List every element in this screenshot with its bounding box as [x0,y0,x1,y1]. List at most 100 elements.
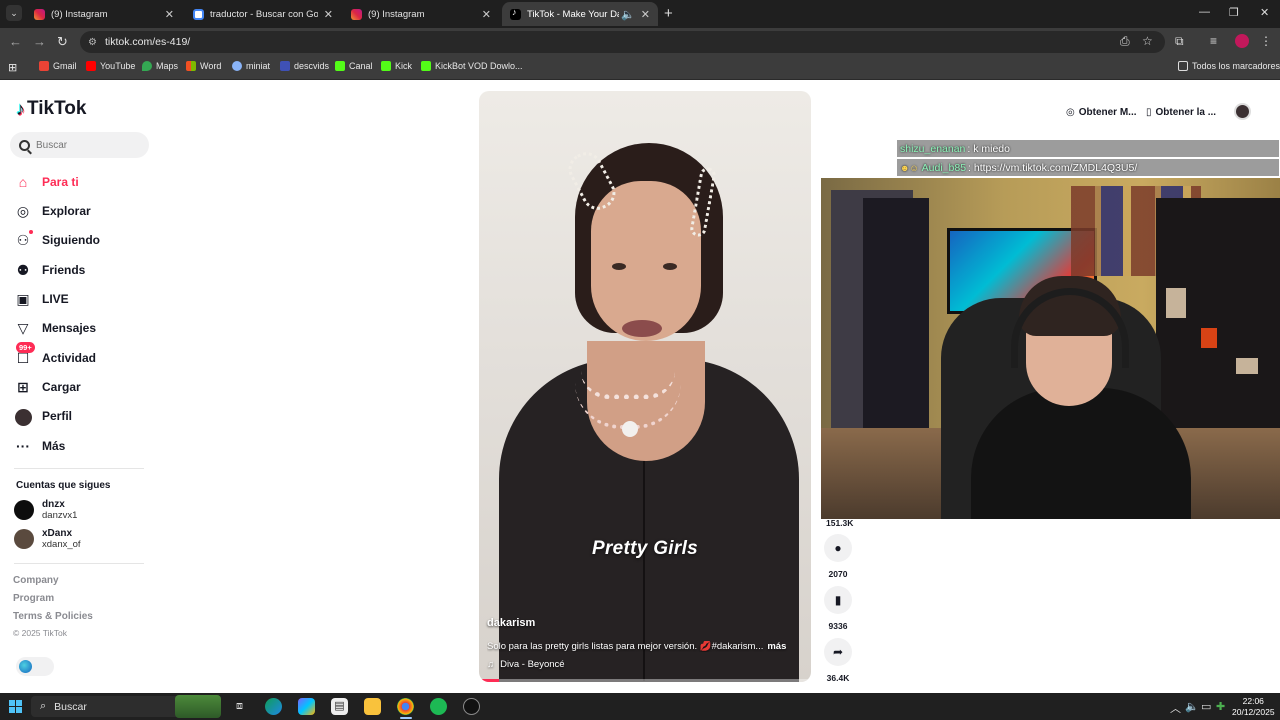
security-icon[interactable]: ✚ [1216,700,1225,713]
video-author[interactable]: dakarism [487,617,535,629]
footer-link-program[interactable]: Program [13,593,54,604]
share-button[interactable]: ➦ 36.4K [822,638,854,683]
search-box[interactable] [10,132,149,158]
tab-instagram-2[interactable]: (9) Instagram ✕ [343,2,499,26]
nav-item-para-ti[interactable]: ⌂ Para ti [14,170,154,194]
get-app-button[interactable]: ▯ Obtener la ... [1140,100,1222,124]
nav-item-explorar[interactable]: ◎ Explorar [14,199,154,223]
bookmark-label: KickBot VOD Dowlo... [435,61,523,71]
site-info-icon[interactable]: ⚙ [88,37,99,48]
nav-item-live[interactable]: ▣ LIVE [14,287,154,311]
video-music[interactable]: ♫ Diva - Beyoncé [487,659,565,670]
close-tab-icon[interactable]: ✕ [641,8,650,21]
following-account[interactable]: dnzx danzvx1 [14,499,77,521]
account-name: dnzx [42,499,65,510]
stream-chat-message: shizu_enanan : k miedo [897,140,1279,157]
star-icon [232,61,242,71]
url-field[interactable]: ⚙ tiktok.com/es-419/ [80,31,1165,53]
browser-menu-icon[interactable]: ⋮ [1260,34,1272,48]
active-app-indicator [400,717,412,719]
coin-widget[interactable] [16,657,54,676]
bookmark-label: Kick [395,61,413,71]
start-button[interactable] [9,700,22,713]
nav-item-actividad[interactable]: ☐ 99+ Actividad [14,342,154,370]
bookmark-miniat[interactable]: miniat [232,61,270,71]
task-view-icon[interactable]: ⧈ [231,698,248,715]
back-button[interactable]: ← [9,34,22,49]
store-icon[interactable]: ▤ [331,698,348,715]
bookmark-maps[interactable]: Maps [142,61,178,71]
system-clock[interactable]: 22:06 20/12/2025 [1232,696,1275,718]
video-player[interactable]: Pretty Girls dakarism Solo para las pret… [479,91,811,682]
bookmark-descvids[interactable]: descvids [280,61,329,71]
more-button[interactable]: más [767,641,786,652]
nav-label: Más [42,439,66,453]
all-bookmarks-button[interactable]: Todos los marcadores [1178,61,1280,71]
bookmark-word[interactable]: Word [186,61,221,71]
nav-item-mas[interactable]: ··· Más [14,434,154,458]
bookmark-kickbot[interactable]: KickBot VOD Dowlo... [421,61,523,71]
bookmark-label: Canal [349,61,373,71]
tab-search-button[interactable]: ⌄ [6,5,22,21]
tray-chevron-icon[interactable]: ︿ [1170,700,1181,716]
nav-item-friends[interactable]: ⚉ Friends [14,258,154,282]
nav-label: Explorar [42,204,91,218]
windows-taskbar: ⌕ Buscar ⧈ ▤ ︿ 🔈 ▭ ✚ 22:06 20/12/2025 [0,693,1280,720]
save-button[interactable]: ▮ 9336 [822,586,854,631]
close-tab-icon[interactable]: ✕ [482,8,491,21]
url-text: tiktok.com/es-419/ [105,36,191,48]
reload-button[interactable]: ↻ [57,34,68,50]
install-app-icon[interactable]: ⎙ [1120,34,1130,49]
close-tab-icon[interactable]: ✕ [324,8,333,21]
search-highlight-art[interactable] [175,695,221,718]
video-progress-bar[interactable] [479,679,811,682]
tab-google[interactable]: traductor - Buscar con Google ✕ [185,2,341,26]
bookmark-star-icon[interactable]: ☆ [1142,34,1153,48]
nav-item-mensajes[interactable]: ▽ Mensajes [14,316,154,340]
speaker-icon[interactable]: 🔈 [621,8,635,21]
copilot-icon[interactable] [298,698,315,715]
obs-icon[interactable] [463,698,480,715]
new-tab-button[interactable]: + [664,5,673,22]
user-avatar[interactable] [1234,103,1251,120]
button-label: Obtener la ... [1155,106,1217,118]
media-control-icon[interactable]: ≡ [1210,34,1217,48]
bookmark-canal[interactable]: Canal [335,61,373,71]
tab-tiktok[interactable]: TikTok - Make Your Day 🔈 ✕ [502,2,658,26]
nav-item-siguiendo[interactable]: ⚇ Siguiendo [14,228,154,252]
comment-button[interactable]: ● 2070 [822,534,854,579]
close-tab-icon[interactable]: ✕ [165,8,174,21]
volume-icon[interactable]: 🔈 [1185,700,1199,713]
video-figure [663,263,677,270]
tab-title: (9) Instagram [51,8,108,20]
bookmark-kick[interactable]: Kick [381,61,412,71]
footer-link-company[interactable]: Company [13,575,59,586]
extensions-icon[interactable]: ⧉ [1175,34,1184,49]
search-input[interactable] [36,139,136,151]
bookmark-youtube[interactable]: YouTube [86,61,135,71]
network-icon[interactable]: ▭ [1201,700,1211,713]
tiktok-logo[interactable]: ♪ TikTok [16,98,86,120]
following-account[interactable]: xDanx xdanx_of [14,528,81,550]
comment-icon: ● [824,534,852,562]
restore-button[interactable]: ❐ [1229,6,1239,19]
browser-profile-avatar[interactable] [1235,34,1249,48]
tab-instagram-1[interactable]: (9) Instagram ✕ [26,2,182,26]
forward-button[interactable]: → [33,34,46,49]
nav-item-cargar[interactable]: ⊞ Cargar [14,375,154,399]
video-description: Solo para las pretty girls listas para m… [487,641,805,652]
avatar [14,529,34,549]
nav-item-perfil[interactable]: Perfil [14,404,154,428]
bookmark-gmail[interactable]: Gmail [39,61,77,71]
edge-icon[interactable] [265,698,282,715]
footer-link-terms[interactable]: Terms & Policies [13,611,93,622]
get-coins-button[interactable]: ◎ Obtener M... [1060,100,1143,124]
kick-icon [381,61,391,71]
minimize-button[interactable]: — [1199,6,1210,18]
apps-grid-icon[interactable]: ⊞ [8,61,17,74]
file-explorer-icon[interactable] [364,698,381,715]
chrome-icon[interactable] [397,698,414,715]
close-window-button[interactable]: ✕ [1260,6,1269,19]
tiktok-logo-icon: ♪ [16,98,25,119]
spotify-icon[interactable] [430,698,447,715]
